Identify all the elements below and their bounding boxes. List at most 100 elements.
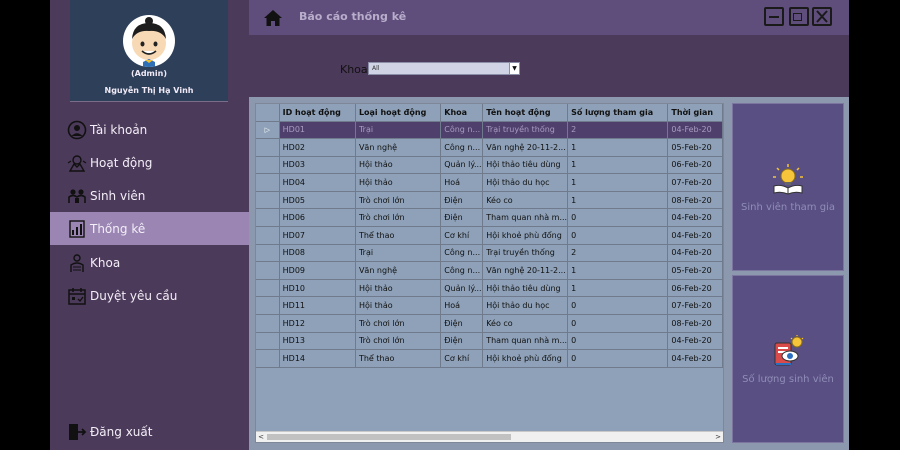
table-cell[interactable]: Hội thảo tiêu dùng xyxy=(482,279,569,298)
column-header[interactable]: Thời gian xyxy=(667,104,723,122)
faculty-filter-select[interactable]: All ▼ xyxy=(368,62,520,75)
table-cell[interactable]: Quản lý... xyxy=(440,279,484,298)
table-row[interactable]: HD14 Thể thao Cơ khí Hội khoẻ phù đổng 0 04-F… xyxy=(256,349,723,368)
column-header[interactable]: Số lượng tham gia xyxy=(567,104,669,122)
table-cell[interactable]: Trại truyền thống xyxy=(482,244,569,263)
table-cell[interactable]: Công n... xyxy=(440,244,484,263)
table-cell[interactable]: 1 xyxy=(567,173,669,192)
table-row[interactable]: HD05 Trò chơi lớn Điện Kéo co 1 08-Feb-20 xyxy=(256,191,723,210)
table-cell[interactable]: 0 xyxy=(567,349,669,368)
table-row[interactable]: HD02 Văn nghệ Công n... Văn nghệ 20-11-2...… xyxy=(256,138,723,157)
table-cell[interactable]: Trò chơi lớn xyxy=(355,191,442,210)
row-header[interactable] xyxy=(256,191,280,210)
logout-button[interactable]: Đăng xuất xyxy=(50,415,249,448)
table-cell[interactable]: Kéo co xyxy=(482,191,569,210)
table-cell[interactable]: Hội thảo du học xyxy=(482,173,569,192)
table-cell[interactable]: Trại xyxy=(355,244,442,263)
table-cell[interactable]: Công n... xyxy=(440,121,484,140)
table-cell[interactable]: HD11 xyxy=(279,296,356,316)
column-header[interactable]: Khoa xyxy=(440,104,484,122)
nav-item-students[interactable]: Sinh viên xyxy=(50,179,249,212)
table-cell[interactable]: Văn nghệ 20-11-2... xyxy=(482,261,569,280)
table-cell[interactable]: Hội khoẻ phù đổng xyxy=(482,349,569,368)
scroll-left-icon[interactable]: < xyxy=(256,432,266,442)
table-row[interactable]: HD08 Trại Công n... Trại truyền thống 2 04-Fe… xyxy=(256,244,723,263)
table-cell[interactable]: 04-Feb-20 xyxy=(667,121,723,140)
table-cell[interactable]: 0 xyxy=(567,296,669,316)
table-cell[interactable]: 1 xyxy=(567,261,669,280)
row-header[interactable] xyxy=(256,156,280,175)
table-row[interactable]: HD06 Trò chơi lớn Điện Tham quan nhà m... 0 0… xyxy=(256,208,723,228)
table-cell[interactable]: Trại xyxy=(355,121,442,140)
row-header[interactable] xyxy=(256,173,280,192)
nav-item-faculty[interactable]: Khoa xyxy=(50,246,249,279)
table-cell[interactable]: 1 xyxy=(567,191,669,210)
table-cell[interactable]: Trò chơi lớn xyxy=(355,208,442,228)
table-cell[interactable]: Điện xyxy=(440,332,484,351)
row-header[interactable] xyxy=(256,138,280,157)
table-cell[interactable]: Điện xyxy=(440,208,484,228)
table-row[interactable]: HD07 Thể thao Cơ khí Hội khoẻ phù đổng 0 04-F… xyxy=(256,226,723,245)
nav-item-approve-requests[interactable]: Duyệt yêu cầu xyxy=(50,279,249,312)
table-cell[interactable]: Hội thảo tiêu dùng xyxy=(482,156,569,175)
table-cell[interactable]: Kéo co xyxy=(482,314,569,333)
horizontal-scrollbar[interactable]: < > xyxy=(256,431,723,442)
home-icon[interactable] xyxy=(263,9,283,27)
scrollbar-thumb[interactable] xyxy=(267,434,511,440)
table-cell[interactable]: 08-Feb-20 xyxy=(667,314,723,333)
table-row[interactable]: ▷ HD01 Trại Công n... Trại truyền thống 2 04-F… xyxy=(256,121,723,140)
row-header[interactable] xyxy=(256,296,280,316)
table-cell[interactable]: HD03 xyxy=(279,156,356,175)
table-cell[interactable]: Hội thảo xyxy=(355,173,442,192)
table-row[interactable]: HD11 Hội thảo Hoá Hội thảo du học 0 07-Feb-20 xyxy=(256,296,723,316)
table-cell[interactable]: 1 xyxy=(567,279,669,298)
row-header[interactable] xyxy=(256,349,280,368)
card-student-count[interactable]: Số lượng sinh viên xyxy=(732,275,844,443)
table-cell[interactable]: HD02 xyxy=(279,138,356,157)
column-header[interactable]: ID hoạt động xyxy=(279,104,356,122)
table-row[interactable]: HD10 Hội thảo Quản lý... Hội thảo tiêu dùng… xyxy=(256,279,723,298)
table-cell[interactable]: Hoá xyxy=(440,296,484,316)
row-header[interactable]: ▷ xyxy=(256,121,280,140)
table-cell[interactable]: HD01 xyxy=(279,121,356,140)
scroll-right-icon[interactable]: > xyxy=(713,432,723,442)
table-cell[interactable]: Cơ khí xyxy=(440,226,484,245)
table-cell[interactable]: HD09 xyxy=(279,261,356,280)
table-row[interactable]: HD13 Trò chơi lớn Điện Tham quan nhà m... 0 0… xyxy=(256,332,723,351)
table-cell[interactable]: Thể thao xyxy=(355,349,442,368)
table-cell[interactable]: 06-Feb-20 xyxy=(667,156,723,175)
table-cell[interactable]: 04-Feb-20 xyxy=(667,226,723,245)
table-row[interactable]: HD04 Hội thảo Hoá Hội thảo du học 1 07-Feb-20 xyxy=(256,173,723,192)
table-cell[interactable]: Tham quan nhà m... xyxy=(482,208,569,228)
table-cell[interactable]: 0 xyxy=(567,208,669,228)
table-cell[interactable]: Công n... xyxy=(440,138,484,157)
table-cell[interactable]: HD13 xyxy=(279,332,356,351)
nav-item-statistics[interactable]: Thống kê xyxy=(50,212,249,245)
table-cell[interactable]: 1 xyxy=(567,156,669,175)
table-row[interactable]: HD09 Văn nghệ Công n... Văn nghệ 20-11-2...… xyxy=(256,261,723,280)
table-cell[interactable]: Thể thao xyxy=(355,226,442,245)
row-header[interactable] xyxy=(256,261,280,280)
table-cell[interactable]: HD04 xyxy=(279,173,356,192)
table-cell[interactable]: 04-Feb-20 xyxy=(667,208,723,228)
column-header[interactable]: Loại hoạt động xyxy=(355,104,442,122)
row-header[interactable] xyxy=(256,226,280,245)
table-cell[interactable]: Điện xyxy=(440,191,484,210)
table-cell[interactable]: 08-Feb-20 xyxy=(667,191,723,210)
table-cell[interactable]: HD12 xyxy=(279,314,356,333)
table-cell[interactable]: 05-Feb-20 xyxy=(667,138,723,157)
table-cell[interactable]: Cơ khí xyxy=(440,349,484,368)
table-cell[interactable]: 07-Feb-20 xyxy=(667,173,723,192)
table-cell[interactable]: 04-Feb-20 xyxy=(667,332,723,351)
column-header[interactable]: Tên hoạt động xyxy=(482,104,569,122)
table-cell[interactable]: Hội thảo xyxy=(355,156,442,175)
card-participating-students[interactable]: Sinh viên tham gia xyxy=(732,103,844,271)
table-cell[interactable]: 05-Feb-20 xyxy=(667,261,723,280)
table-cell[interactable]: Văn nghệ xyxy=(355,261,442,280)
nav-item-account[interactable]: Tài khoản xyxy=(50,113,249,146)
table-cell[interactable]: 1 xyxy=(567,138,669,157)
table-cell[interactable]: Hoá xyxy=(440,173,484,192)
maximize-button[interactable] xyxy=(789,7,809,26)
table-cell[interactable]: HD05 xyxy=(279,191,356,210)
chevron-down-icon[interactable]: ▼ xyxy=(509,63,519,74)
